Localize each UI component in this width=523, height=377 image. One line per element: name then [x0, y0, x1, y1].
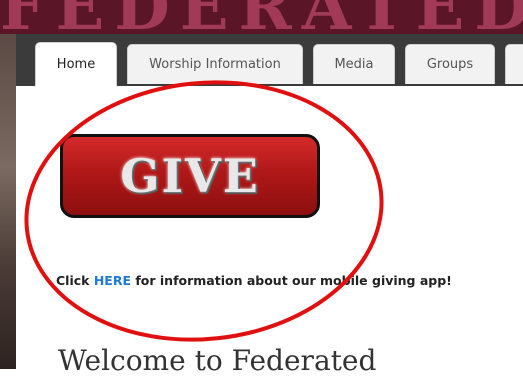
give-button[interactable]: GIVE: [60, 134, 320, 218]
info-prefix: Click: [56, 273, 90, 288]
mobile-giving-info: Click HERE for information about our mob…: [56, 273, 452, 288]
tab-worship-information[interactable]: Worship Information: [127, 44, 303, 84]
background-photo-strip: [0, 34, 16, 369]
welcome-heading: Welcome to Federated: [58, 344, 377, 377]
here-link[interactable]: HERE: [94, 273, 131, 288]
tab-more[interactable]: [505, 44, 523, 84]
tab-media[interactable]: Media: [313, 44, 395, 84]
site-banner: FEDERATED: [0, 0, 523, 34]
info-suffix: for information about our mobile giving …: [135, 273, 452, 288]
main-navigation: Home Worship Information Media Groups: [16, 34, 523, 86]
banner-title: FEDERATED: [0, 0, 523, 34]
tab-home[interactable]: Home: [35, 42, 117, 86]
give-button-label: GIVE: [120, 149, 260, 203]
main-content: GIVE Click HERE for information about ou…: [16, 86, 523, 377]
tab-groups[interactable]: Groups: [405, 44, 495, 84]
